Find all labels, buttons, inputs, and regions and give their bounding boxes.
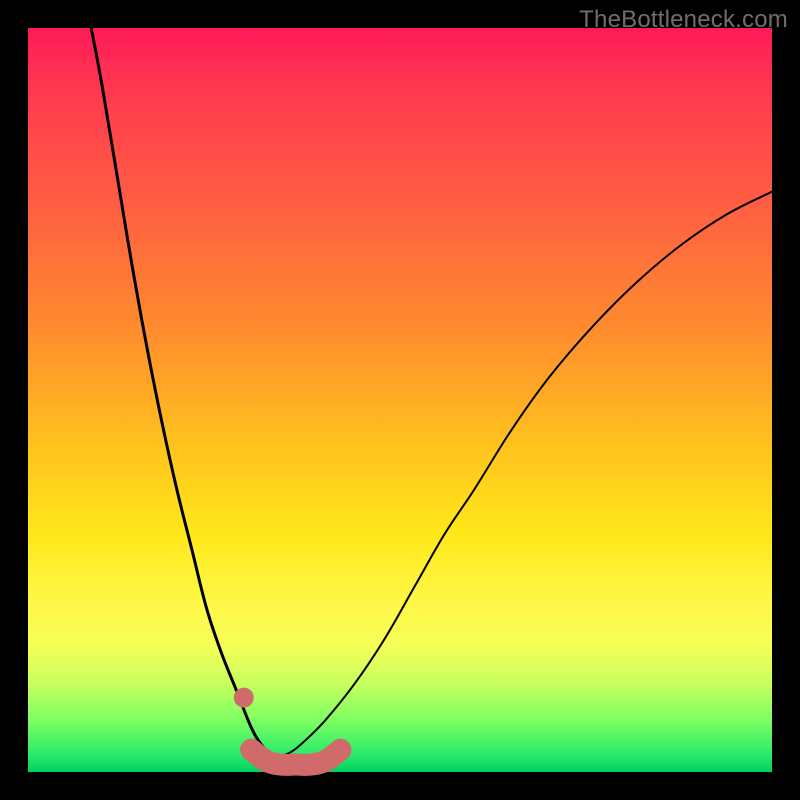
watermark-text: TheBottleneck.com <box>579 6 788 34</box>
floor-curve <box>251 750 340 765</box>
chart-svg <box>28 28 772 772</box>
right-branch-curve <box>274 192 772 757</box>
left-branch-curve <box>91 28 273 757</box>
data-marker <box>234 688 254 708</box>
series-group <box>91 28 772 757</box>
marker-group <box>234 688 254 708</box>
floor-markers <box>251 750 340 765</box>
plot-area <box>28 28 772 772</box>
chart-frame: TheBottleneck.com <box>0 0 800 800</box>
